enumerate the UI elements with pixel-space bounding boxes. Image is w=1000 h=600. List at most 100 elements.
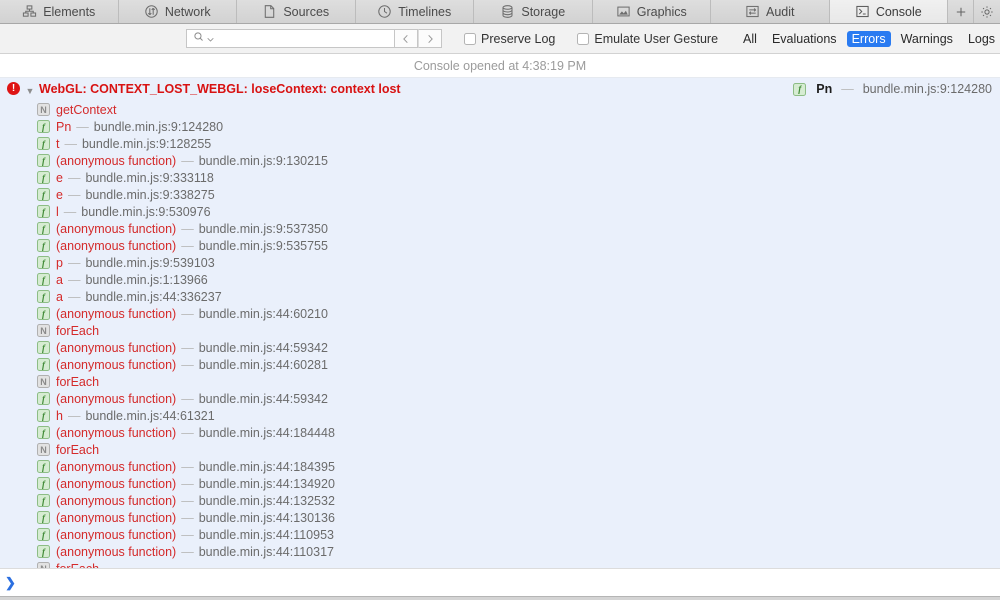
stack-frame-location[interactable]: bundle.min.js:44:134920: [199, 477, 335, 491]
filter-evaluations[interactable]: Evaluations: [767, 31, 842, 47]
stack-frame-row[interactable]: f (anonymous function) — bundle.min.js:44:1…: [0, 509, 1000, 526]
stack-frame-row[interactable]: f t — bundle.min.js:9:128255: [0, 135, 1000, 152]
stack-frame-function: (anonymous function): [56, 340, 177, 355]
stack-frame-row[interactable]: f (anonymous function) — bundle.min.js:9:53…: [0, 220, 1000, 237]
error-source-link[interactable]: f Pn — bundle.min.js:9:124280: [793, 81, 994, 97]
stack-frame-location[interactable]: bundle.min.js:9:128255: [82, 137, 211, 151]
stack-frame-location[interactable]: bundle.min.js:44:130136: [199, 511, 335, 525]
stack-frame-row[interactable]: NforEach: [0, 560, 1000, 568]
tab-console[interactable]: Console: [829, 0, 948, 23]
stack-frame-row[interactable]: f (anonymous function) — bundle.min.js:44:1…: [0, 458, 1000, 475]
stack-frame-row[interactable]: NforEach: [0, 373, 1000, 390]
stack-frame-row[interactable]: f (anonymous function) — bundle.min.js:44:6…: [0, 305, 1000, 322]
function-badge-icon: f: [37, 239, 50, 252]
stack-frame-row[interactable]: f p — bundle.min.js:9:539103: [0, 254, 1000, 271]
stack-frame-location[interactable]: bundle.min.js:44:60210: [199, 307, 328, 321]
search-field[interactable]: [186, 29, 394, 48]
stack-frame-location[interactable]: bundle.min.js:9:338275: [85, 188, 214, 202]
stack-frame-row[interactable]: f (anonymous function) — bundle.min.js:44:1…: [0, 492, 1000, 509]
function-badge-icon: f: [37, 341, 50, 354]
tab-audit[interactable]: Audit: [711, 0, 830, 23]
error-message-text: WebGL: CONTEXT_LOST_WEBGL: loseContext: …: [39, 82, 401, 96]
filter-logs[interactable]: Logs: [963, 31, 1000, 47]
error-message-row[interactable]: ! ▼ WebGL: CONTEXT_LOST_WEBGL: loseConte…: [0, 78, 1000, 101]
stack-frame-location[interactable]: bundle.min.js:9:539103: [85, 256, 214, 270]
stack-frame-row[interactable]: f (anonymous function) — bundle.min.js:44:1…: [0, 475, 1000, 492]
settings-gear-button[interactable]: [974, 0, 1000, 23]
stack-frame-row[interactable]: f e — bundle.min.js:9:338275: [0, 186, 1000, 203]
function-badge-icon: f: [37, 273, 50, 286]
preserve-log-checkbox[interactable]: Preserve Log: [464, 32, 555, 46]
stack-frame-row[interactable]: NforEach: [0, 441, 1000, 458]
search-next-button[interactable]: [418, 29, 442, 48]
stack-frame-row[interactable]: f (anonymous function) — bundle.min.js:44:5…: [0, 339, 1000, 356]
filter-warnings[interactable]: Warnings: [896, 31, 958, 47]
stack-frame-function: forEach: [56, 323, 100, 338]
add-tab-button[interactable]: [948, 0, 974, 23]
stack-frame-location[interactable]: bundle.min.js:9:333118: [85, 171, 213, 185]
search-input[interactable]: [216, 32, 388, 45]
tab-timelines[interactable]: Timelines: [355, 0, 474, 23]
stack-frame-location[interactable]: bundle.min.js:44:61321: [85, 409, 214, 423]
stack-frame-row[interactable]: f Pn — bundle.min.js:9:124280: [0, 118, 1000, 135]
error-source-location[interactable]: bundle.min.js:9:124280: [863, 81, 992, 97]
separator-dash: —: [67, 289, 81, 304]
stack-frame-location[interactable]: bundle.min.js:44:132532: [199, 494, 335, 508]
console-error-group[interactable]: ! ▼ WebGL: CONTEXT_LOST_WEBGL: loseConte…: [0, 78, 1000, 568]
tab-network[interactable]: Network: [118, 0, 237, 23]
native-badge-icon: N: [37, 443, 50, 456]
checkbox-label: Preserve Log: [481, 31, 556, 46]
separator-dash: —: [181, 459, 194, 474]
tab-sources[interactable]: Sources: [237, 0, 356, 23]
stack-frame-row[interactable]: NforEach: [0, 322, 1000, 339]
stack-frame-location[interactable]: bundle.min.js:44:110317: [199, 545, 334, 559]
stack-frame-row[interactable]: f (anonymous function) — bundle.min.js:9:13…: [0, 152, 1000, 169]
stack-frame-location[interactable]: bundle.min.js:44:336237: [85, 290, 221, 304]
function-badge-icon: f: [37, 222, 50, 235]
stack-frame-row[interactable]: NgetContext: [0, 101, 1000, 118]
console-prompt[interactable]: ❯: [0, 568, 1000, 596]
stack-frame-location[interactable]: bundle.min.js:9:124280: [94, 120, 223, 134]
stack-frame-location[interactable]: bundle.min.js:44:59342: [199, 341, 328, 355]
stack-frame-location[interactable]: bundle.min.js:44:59342: [199, 392, 328, 406]
checkbox-box[interactable]: [577, 32, 590, 45]
stack-frame-function: (anonymous function): [56, 306, 177, 321]
stack-frame-function: t: [56, 136, 60, 151]
tab-label: Timelines: [398, 4, 452, 19]
stack-frame-function: forEach: [56, 442, 100, 457]
search-dropdown-chevron-icon[interactable]: [207, 32, 214, 46]
stack-frame-location[interactable]: bundle.min.js:44:184395: [199, 460, 335, 474]
stack-frame-location[interactable]: bundle.min.js:44:184448: [199, 426, 335, 440]
stack-frame-row[interactable]: f (anonymous function) — bundle.min.js:44:5…: [0, 390, 1000, 407]
stack-frame-function: p: [56, 255, 63, 270]
tab-graphics[interactable]: Graphics: [592, 0, 711, 23]
disclosure-triangle-icon[interactable]: ▼: [23, 83, 37, 99]
stack-frame-row[interactable]: f e — bundle.min.js:9:333118: [0, 169, 1000, 186]
filter-errors[interactable]: Errors: [846, 30, 891, 47]
tab-label: Console: [875, 4, 922, 19]
stack-frame-location[interactable]: bundle.min.js:1:13966: [85, 273, 207, 287]
tab-elements[interactable]: Elements: [0, 0, 119, 23]
separator-dash: —: [67, 408, 81, 423]
stack-frame-row[interactable]: f (anonymous function) — bundle.min.js:44:1…: [0, 424, 1000, 441]
tab-storage[interactable]: Storage: [474, 0, 593, 23]
stack-frame-row[interactable]: f a — bundle.min.js:44:336237: [0, 288, 1000, 305]
stack-frame-location[interactable]: bundle.min.js:9:535755: [199, 239, 328, 253]
stack-frame-row[interactable]: f a — bundle.min.js:1:13966: [0, 271, 1000, 288]
stack-frame-location[interactable]: bundle.min.js:9:530976: [81, 205, 210, 219]
filter-all[interactable]: All: [738, 31, 762, 47]
search-prev-button[interactable]: [394, 29, 418, 48]
console-message-list[interactable]: ! ▼ WebGL: CONTEXT_LOST_WEBGL: loseConte…: [0, 78, 1000, 568]
stack-frame-row[interactable]: f (anonymous function) — bundle.min.js:44:1…: [0, 526, 1000, 543]
stack-frame-location[interactable]: bundle.min.js:9:130215: [199, 154, 328, 168]
stack-frame-location[interactable]: bundle.min.js:44:110953: [199, 528, 334, 542]
stack-frame-location[interactable]: bundle.min.js:44:60281: [199, 358, 328, 372]
stack-frame-location[interactable]: bundle.min.js:9:537350: [199, 222, 328, 236]
stack-frame-row[interactable]: f h — bundle.min.js:44:61321: [0, 407, 1000, 424]
checkbox-box[interactable]: [464, 32, 476, 45]
stack-frame-row[interactable]: f (anonymous function) — bundle.min.js:44:1…: [0, 543, 1000, 560]
emulate-user-gesture-checkbox[interactable]: Emulate User Gesture: [577, 32, 718, 46]
stack-frame-row[interactable]: f (anonymous function) — bundle.min.js:44:6…: [0, 356, 1000, 373]
stack-frame-row[interactable]: f l — bundle.min.js:9:530976: [0, 203, 1000, 220]
stack-frame-row[interactable]: f (anonymous function) — bundle.min.js:9:53…: [0, 237, 1000, 254]
